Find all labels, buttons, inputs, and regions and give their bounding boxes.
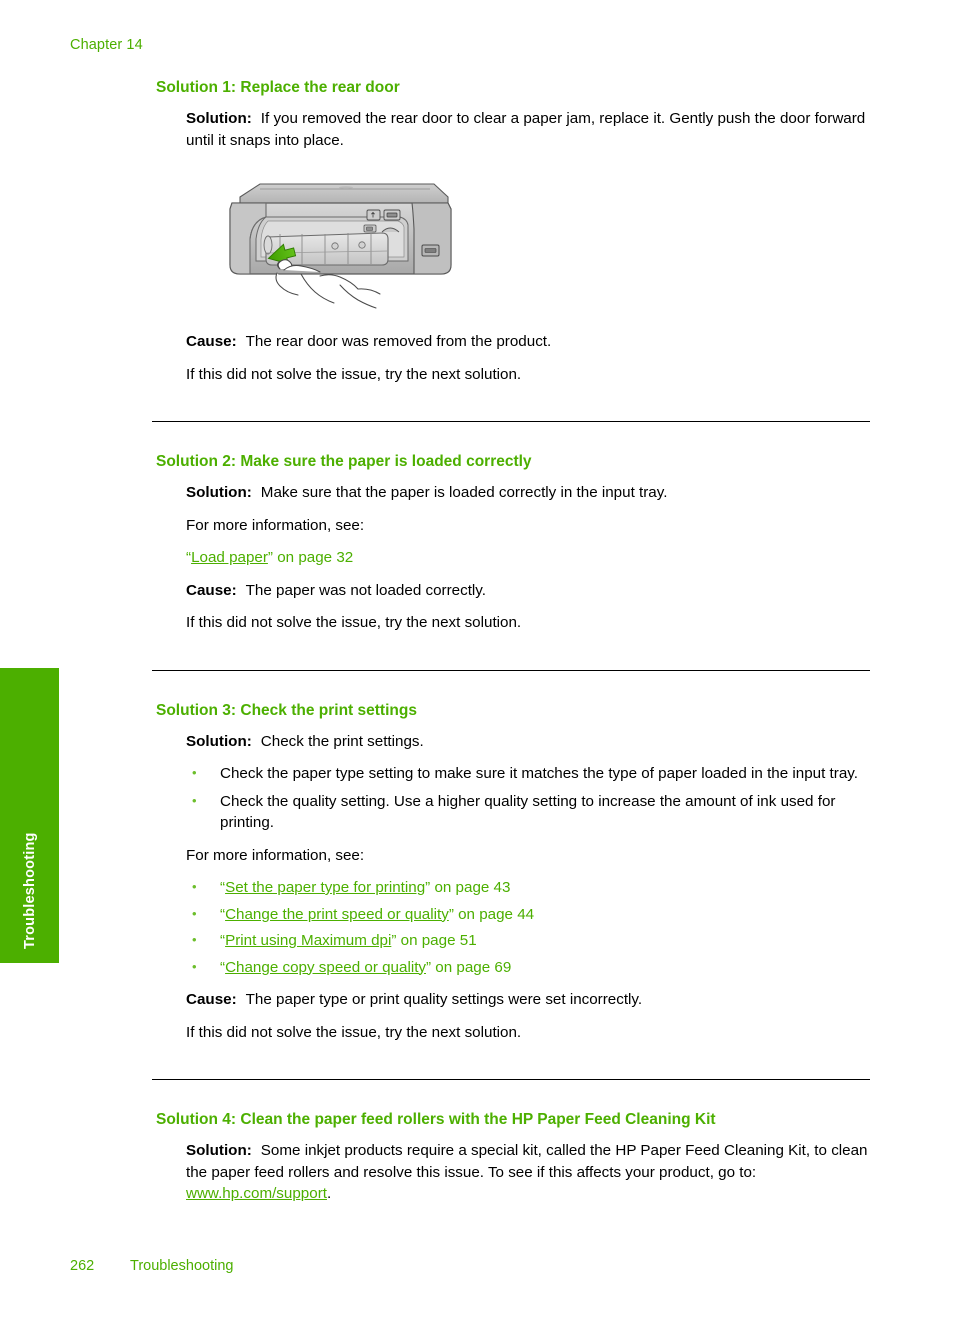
cross-reference-link[interactable]: “Change the print speed or quality” on p… (186, 903, 870, 926)
solution-3-link-list: “Set the paper type for printing” on pag… (186, 876, 870, 979)
list-item: Check the paper type setting to make sur… (186, 762, 870, 785)
solution-1-next-text: If this did not solve the issue, try the… (186, 365, 522, 383)
list-item: Check the quality setting. Use a higher … (186, 790, 870, 834)
solution-1-solution-paragraph: Solution: If you removed the rear door to… (186, 108, 870, 151)
cause-label: Cause: (186, 581, 237, 599)
solution-4-solution-text-end: . (326, 1185, 332, 1202)
solution-4-solution-paragraph: Solution: Some inkjet products require a … (186, 1140, 870, 1205)
solution-2-solution-text: Make sure that the paper is loaded corre… (260, 484, 668, 501)
cross-reference-page: on page 44 (453, 905, 535, 923)
side-tab-troubleshooting: Troubleshooting (0, 668, 59, 963)
solution-block-4: Solution 4: Clean the paper feed rollers… (152, 1110, 870, 1205)
solution-3-body: Solution: Check the print settings. Check… (186, 731, 870, 1044)
cross-reference-title[interactable]: Set the paper type for printing (225, 879, 425, 896)
cross-reference-link[interactable]: “Set the paper type for printing” on pag… (186, 876, 870, 899)
solution-3-cause-text: The paper type or print quality settings… (245, 991, 643, 1008)
solution-2-cause-text: The paper was not loaded correctly. (245, 581, 486, 599)
cause-label: Cause: (186, 991, 237, 1008)
solution-4-heading: Solution 4: Clean the paper feed rollers… (156, 1111, 716, 1128)
cross-reference-page: on page 32 (272, 549, 354, 566)
cross-reference-title[interactable]: Change the print speed or quality (225, 906, 449, 923)
solution-4-solution-text: Some inkjet products require a special k… (186, 1142, 868, 1181)
solution-3-more-info: For more information, see: (186, 846, 365, 864)
printer-illustration-svg (229, 183, 452, 309)
cross-reference-page: on page 43 (430, 879, 511, 896)
solution-3-check-list: Check the paper type setting to make sur… (186, 762, 870, 834)
solution-label: Solution: (186, 732, 252, 750)
hp-support-url-link[interactable]: www.hp.com/support (186, 1185, 327, 1202)
solution-1-solution-text: If you removed the rear door to clear a … (186, 110, 866, 149)
solution-3-solution-paragraph: Solution: Check the print settings. (186, 731, 870, 753)
solution-4-body: Solution: Some inkjet products require a … (186, 1140, 870, 1205)
printer-right-panel (411, 202, 452, 275)
cross-reference-title[interactable]: Change copy speed or quality (225, 959, 426, 976)
solution-block-3: Solution 3: Check the print settings Sol… (152, 701, 870, 1044)
solution-2-more-info: For more information, see: (186, 516, 365, 534)
solution-2-solution-paragraph: Solution: Make sure that the paper is loa… (186, 482, 870, 504)
cause-label: Cause: (186, 333, 237, 350)
footer-section-name: Troubleshooting (130, 1258, 234, 1274)
cross-reference-page: on page 51 (396, 932, 477, 949)
side-tab-label: Troubleshooting (21, 832, 38, 949)
solution-1-cause-paragraph: Cause: The rear door was removed from the… (186, 331, 870, 353)
cross-reference-link[interactable]: “Print using Maximum dpi” on page 51 (186, 929, 870, 952)
solution-3-next-text: If this did not solve the issue, try the… (186, 1023, 522, 1041)
solution-3-cause-paragraph: Cause: The paper type or print quality se… (186, 989, 870, 1011)
solution-1-cause-text: The rear door was removed from the produ… (245, 333, 552, 350)
solution-1-heading: Solution 1: Replace the rear door (156, 79, 400, 96)
solution-2-heading: Solution 2: Make sure the paper is loade… (156, 453, 532, 470)
solution-2-cause-paragraph: Cause: The paper was not loaded correctly… (186, 580, 870, 602)
usb-port-icon (366, 209, 381, 221)
solution-block-1: Solution 1: Replace the rear door Soluti… (152, 78, 870, 385)
solution-2-body: Solution: Make sure that the paper is loa… (186, 482, 870, 634)
printer-rear-door-figure (222, 173, 462, 313)
cross-reference-title[interactable]: Print using Maximum dpi (225, 932, 391, 949)
solution-3-heading: Solution 3: Check the print settings (156, 701, 417, 719)
cross-reference-title[interactable]: Load paper (191, 549, 268, 566)
solution-2-next-text: If this did not solve the issue, try the… (186, 614, 522, 631)
footer-page-number: 262 (70, 1258, 95, 1274)
chapter-label: Chapter 14 (70, 37, 143, 53)
page-footer: 262 Troubleshooting (70, 1258, 233, 1274)
solution-label: Solution: (186, 1142, 252, 1159)
solution-3-solution-text: Check the print settings. (260, 732, 424, 750)
cross-reference-page: on page 69 (431, 958, 512, 976)
page-content: Solution 1: Replace the rear door Soluti… (152, 78, 870, 1216)
cross-reference-link[interactable]: “Change copy speed or quality” on page 6… (186, 956, 870, 979)
solution-label: Solution: (186, 110, 252, 127)
cross-reference-link[interactable]: “Load paper” on page 32 (186, 547, 870, 569)
solution-block-2: Solution 2: Make sure the paper is loade… (152, 452, 870, 634)
solution-label: Solution: (186, 484, 252, 501)
solution-1-body: Solution: If you removed the rear door to… (186, 108, 870, 385)
